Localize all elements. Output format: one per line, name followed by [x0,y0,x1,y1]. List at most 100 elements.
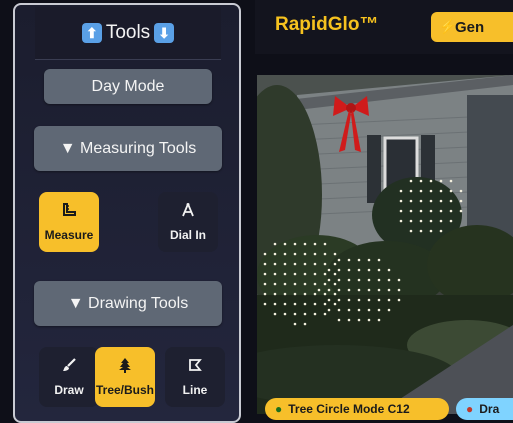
light-dot [419,209,423,213]
light-dot [273,242,277,246]
light-dot [293,262,297,266]
draw-tool-label: Draw [54,383,84,397]
light-dot [337,258,341,262]
light-dot [273,312,277,316]
light-dot [313,282,317,286]
light-dot [313,252,317,256]
generate-button[interactable]: ⚡ Gen [431,12,513,42]
light-dot [337,278,341,282]
light-dot [397,278,401,282]
light-dot [333,282,337,286]
light-dot [409,199,413,203]
light-dot [429,199,433,203]
light-dot [367,308,371,312]
light-dot [273,272,277,276]
draw-mode-chip[interactable]: ● Dra [456,398,513,420]
light-dot [357,318,361,322]
tools-panel-header[interactable]: ⬆ Tools ⬇ [35,7,221,60]
light-dot [367,318,371,322]
light-dot [377,268,381,272]
light-dot [347,298,351,302]
drawing-tools-toggle[interactable]: ▼ Drawing Tools [34,281,222,326]
light-dot [439,229,443,233]
lightning-icon: ⚡ [439,18,457,34]
light-dot [409,209,413,213]
tools-panel-title: Tools [105,22,151,43]
light-dot [333,272,337,276]
light-dot [317,288,321,292]
line-tool-button[interactable]: Line [165,347,225,407]
light-dot [357,278,361,282]
light-dot [419,229,423,233]
light-dot [323,312,327,316]
light-dot [419,179,423,183]
light-dot [323,262,327,266]
light-dot [313,302,317,306]
light-dot [263,302,267,306]
light-dot [449,189,453,193]
light-dot [283,282,287,286]
light-dot [429,189,433,193]
light-dot [273,252,277,256]
light-dot [283,292,287,296]
light-dot [377,298,381,302]
light-dot [347,268,351,272]
light-dot [409,189,413,193]
light-dot [293,292,297,296]
light-dot [399,199,403,203]
light-dot [337,308,341,312]
tree-bush-tool-button[interactable]: Tree/Bush [95,347,155,407]
light-dot [347,258,351,262]
day-mode-button[interactable]: Day Mode [44,69,212,104]
light-dot [333,302,337,306]
light-dot [323,282,327,286]
light-dot [303,272,307,276]
light-dot [283,302,287,306]
light-dot [293,322,297,326]
light-dot [323,292,327,296]
light-dot [293,302,297,306]
light-dot [283,272,287,276]
light-dot [439,209,443,213]
light-dot [429,209,433,213]
light-dot [419,219,423,223]
light-dot [283,242,287,246]
light-dot [387,288,391,292]
light-dot [429,219,433,223]
light-dot [313,262,317,266]
light-dot [449,219,453,223]
polygon-icon [187,357,203,377]
measuring-tools-toggle[interactable]: ▼ Measuring Tools [34,126,222,171]
light-dot [327,288,331,292]
dial-in-tool-button[interactable]: Dial In [158,192,218,252]
light-dot [387,298,391,302]
photo-canvas[interactable] [257,75,513,414]
light-dot [323,272,327,276]
light-dot [397,288,401,292]
measure-tool-label: Measure [44,228,94,242]
light-dot [377,318,381,322]
light-dot [327,278,331,282]
light-dot [367,258,371,262]
light-dot [347,318,351,322]
measure-tool-button[interactable]: Measure [39,192,99,252]
light-dot [333,252,337,256]
light-dot [409,179,413,183]
light-dot [303,282,307,286]
light-dot [293,312,297,316]
brand-title: RapidGlo™ [275,14,379,35]
light-dot [283,252,287,256]
draw-tool-button[interactable]: Draw [39,347,99,407]
light-dot [397,298,401,302]
light-dot [367,268,371,272]
line-tool-label: Line [182,383,208,397]
dial-in-tool-label: Dial In [169,228,206,242]
light-dot [347,308,351,312]
tree-circle-mode-chip[interactable]: ● Tree Circle Mode C12 [265,398,449,420]
light-dot [439,189,443,193]
light-dot [303,292,307,296]
arrow-down-icon: ⬇ [154,23,175,43]
light-dot [337,298,341,302]
arrow-up-icon: ⬆ [81,23,102,43]
light-dot [327,298,331,302]
